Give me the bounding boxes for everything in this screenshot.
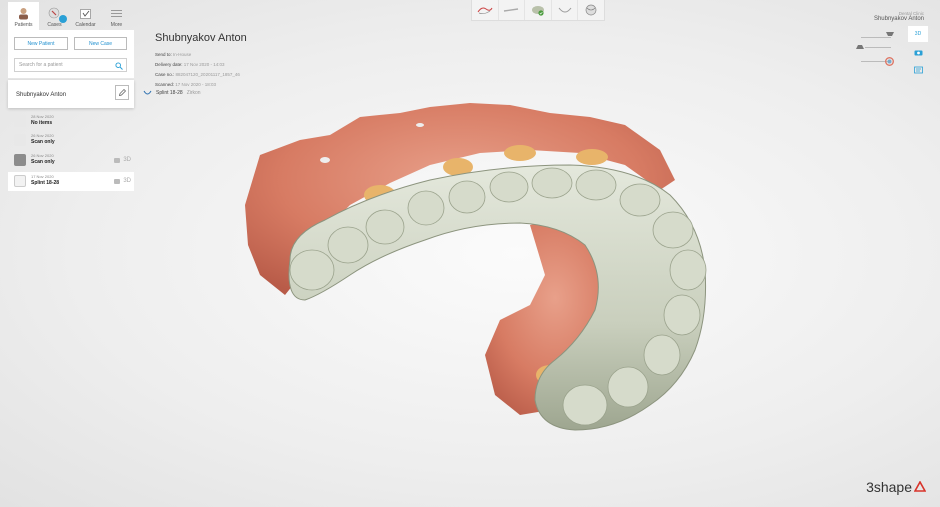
color-wheel-icon[interactable] bbox=[885, 57, 894, 66]
tab-label: Cases bbox=[47, 22, 62, 28]
nav-bar: Patients Cases Calendar More bbox=[8, 2, 134, 30]
delivery-value: 17 Nov 2020 - 14:03 bbox=[183, 62, 225, 67]
case-date: 17 Nov 2020 bbox=[31, 174, 54, 179]
search-placeholder: Search for a patient bbox=[19, 62, 63, 68]
view-controls bbox=[855, 30, 901, 70]
tool-arch[interactable] bbox=[552, 0, 579, 20]
tool-globe[interactable] bbox=[578, 0, 604, 20]
patients-box: New Patient New Case Search for a patien… bbox=[8, 30, 134, 78]
model-icon bbox=[504, 8, 519, 12]
edit-patient-button[interactable] bbox=[115, 85, 129, 100]
case-3d-tag: 3D bbox=[123, 157, 131, 163]
case-no-value: 882047120_20201117_1857_46 bbox=[175, 72, 240, 77]
case-info: Shubnyakov Anton Send to: In-House Deliv… bbox=[155, 32, 247, 90]
case-item-selected[interactable]: 17 Nov 2020 Splint 18-28 3D bbox=[8, 172, 134, 191]
snapshot-button[interactable] bbox=[908, 44, 928, 60]
case-date: 26 Nov 2020 bbox=[31, 153, 54, 158]
page-title: Shubnyakov Anton bbox=[155, 32, 247, 44]
view-toolbar bbox=[471, 0, 605, 21]
tab-label: Patients bbox=[14, 22, 33, 28]
settings-button[interactable] bbox=[908, 62, 928, 78]
dental-scan-3d-view[interactable] bbox=[230, 95, 720, 440]
cases-badge bbox=[59, 15, 67, 23]
camera-icon bbox=[114, 157, 121, 163]
jaw-bottom-icon bbox=[856, 45, 864, 49]
scan-hole bbox=[320, 157, 330, 163]
case-thumbnail-icon bbox=[14, 175, 26, 187]
splint-tool-icon bbox=[531, 6, 544, 16]
case-no-row: Case no.: 882047120_20201117_1857_46 bbox=[155, 70, 247, 80]
tab-calendar[interactable]: Calendar bbox=[70, 2, 101, 30]
case-date: 28 Nov 2020 bbox=[31, 114, 54, 119]
tab-label: More bbox=[110, 22, 123, 28]
splint-arch-icon bbox=[143, 90, 152, 95]
patient-name: Shubnyakov Anton bbox=[16, 92, 67, 98]
case-tags: 3D bbox=[114, 178, 131, 184]
scan-hole bbox=[416, 123, 424, 127]
patient-card[interactable]: Shubnyakov Anton bbox=[8, 80, 134, 108]
send-to-value: In-House bbox=[173, 52, 192, 57]
scanned-row: Scanned: 17 Nov 2020 - 18:03 bbox=[155, 80, 247, 90]
brand-name: 3shape bbox=[866, 479, 912, 495]
calendar-icon bbox=[80, 9, 91, 19]
tab-cases[interactable]: Cases bbox=[39, 2, 70, 30]
opacity-slider-upper[interactable] bbox=[861, 37, 891, 38]
delivery-row: Delivery date: 17 Nov 2020 - 14:03 bbox=[155, 60, 247, 70]
case-item[interactable]: 26 Nov 2020 Scan only bbox=[8, 131, 134, 150]
restoration-label: Splint 18-28 bbox=[156, 90, 183, 96]
case-thumbnail-icon bbox=[14, 154, 26, 166]
tooth-prep-icon bbox=[477, 7, 493, 15]
case-item[interactable]: 28 Nov 2020 No items bbox=[8, 112, 134, 131]
globe-icon bbox=[585, 4, 597, 16]
new-case-button[interactable]: New Case bbox=[74, 37, 127, 50]
arch-icon bbox=[558, 7, 571, 13]
scanned-value: 17 Nov 2020 - 18:03 bbox=[175, 82, 217, 87]
case-thumbnail-icon bbox=[14, 115, 26, 127]
restoration-material: Zirkon bbox=[186, 90, 201, 96]
clinic-patient: Shubnyakov Anton bbox=[873, 16, 924, 22]
tab-more[interactable]: More bbox=[101, 2, 132, 30]
search-input[interactable]: Search for a patient bbox=[14, 58, 127, 72]
case-title: Scan only bbox=[31, 139, 55, 145]
scanned-label: Scanned: bbox=[155, 82, 175, 87]
case-date: 26 Nov 2020 bbox=[31, 133, 54, 138]
case-title: No items bbox=[31, 120, 53, 126]
case-3d-tag: 3D bbox=[123, 178, 131, 184]
send-to-label: Send to: bbox=[155, 52, 172, 57]
tool-splint[interactable] bbox=[525, 0, 552, 20]
patients-icon bbox=[19, 8, 28, 20]
case-title: Splint 18-28 bbox=[31, 180, 60, 186]
case-item[interactable]: 26 Nov 2020 Scan only 3D bbox=[8, 151, 134, 170]
left-panel: Patients Cases Calendar More New Patient… bbox=[0, 0, 134, 507]
tab-patients[interactable]: Patients bbox=[8, 2, 39, 30]
brand-logo: 3shape bbox=[866, 479, 926, 495]
case-thumbnail-icon bbox=[14, 134, 26, 146]
clinic-info: Dental Clinic Shubnyakov Anton bbox=[874, 11, 924, 22]
tool-prep[interactable] bbox=[472, 0, 499, 20]
camera-icon bbox=[114, 178, 121, 184]
camera-icon bbox=[914, 50, 922, 55]
delivery-label: Delivery date: bbox=[155, 62, 183, 67]
case-tags: 3D bbox=[114, 157, 131, 163]
pencil-icon bbox=[118, 89, 126, 96]
case-title: Scan only bbox=[31, 159, 55, 165]
brand-triangle-icon bbox=[914, 481, 926, 492]
search-icon[interactable] bbox=[115, 62, 123, 70]
opacity-slider-lower[interactable] bbox=[865, 47, 891, 48]
tab-label: Calendar bbox=[75, 22, 96, 28]
menu-icon bbox=[111, 10, 122, 17]
side-buttons: 3D bbox=[908, 26, 928, 80]
settings-icon bbox=[913, 66, 923, 74]
view-3d-button[interactable]: 3D bbox=[908, 26, 928, 42]
case-no-label: Case no.: bbox=[155, 72, 175, 77]
send-to-row: Send to: In-House bbox=[155, 50, 247, 60]
tool-model[interactable] bbox=[499, 0, 526, 20]
new-patient-button[interactable]: New Patient bbox=[14, 37, 68, 50]
restoration-row[interactable]: Splint 18-28 Zirkon bbox=[143, 90, 201, 96]
